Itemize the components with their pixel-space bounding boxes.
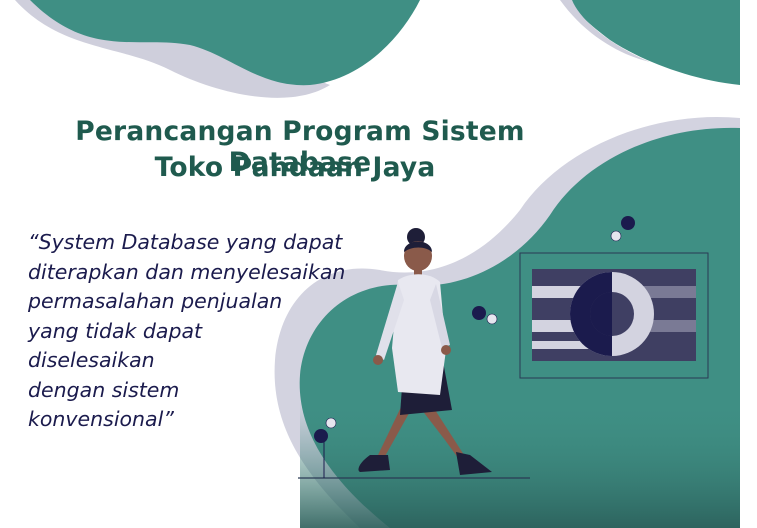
quote-line: “System Database yang dapat bbox=[28, 230, 343, 254]
page-title-line-2: Toko Pandaan Jaya bbox=[154, 152, 436, 183]
quote-line: permasalahan penjualan bbox=[28, 289, 283, 313]
quote-line: yang tidak dapat bbox=[28, 318, 203, 343]
framed-image bbox=[519, 252, 709, 379]
quote-line: diterapkan dan menyelesaikan bbox=[28, 259, 346, 284]
quote-line: konvensional” bbox=[28, 407, 174, 431]
quote-line: dengan sistem bbox=[28, 377, 180, 402]
top-right-teal-wave bbox=[570, 0, 740, 85]
quote-line: diselesaikan bbox=[28, 348, 155, 372]
quote-block: “System Database yang dapat diterapkan d… bbox=[28, 228, 348, 435]
